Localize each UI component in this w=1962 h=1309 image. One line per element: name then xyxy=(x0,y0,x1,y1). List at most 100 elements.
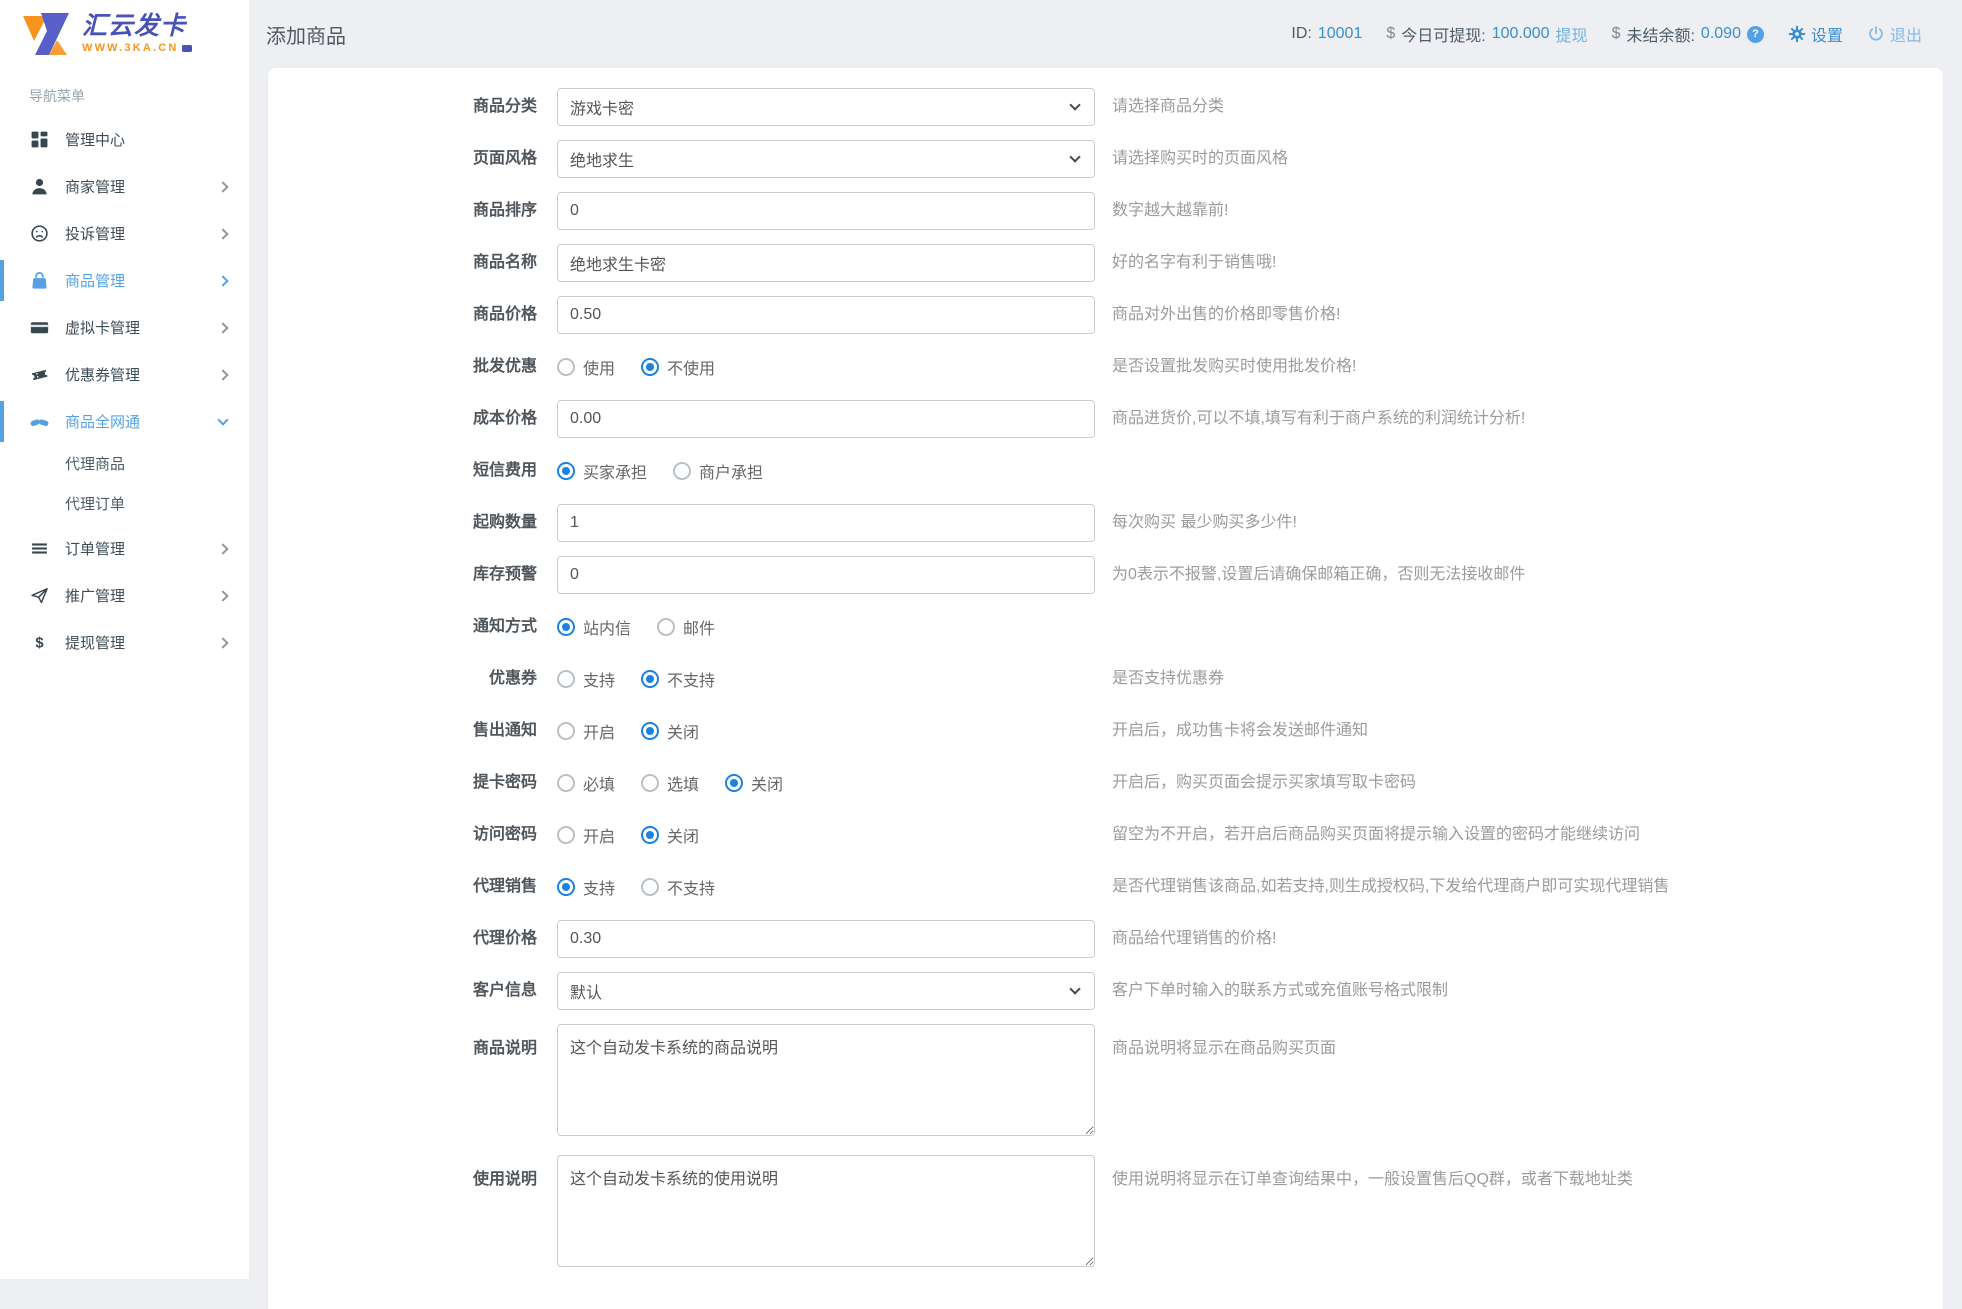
field-hint: 客户下单时输入的联系方式或充值账号格式限制 xyxy=(1112,972,1448,1010)
notify-method-option[interactable]: 站内信 xyxy=(557,615,631,639)
field-hint: 是否设置批发购买时使用批发价格! xyxy=(1112,348,1356,386)
sidebar-item-products[interactable]: 商品管理 xyxy=(0,257,249,304)
access-password-radio-group: 开启 关闭 xyxy=(557,816,1095,854)
radio-button xyxy=(557,826,575,844)
help-badge-icon[interactable]: ? xyxy=(1747,26,1764,43)
form-row-usage-desc: 使用说明使用说明将显示在订单查询结果中，一般设置售后QQ群，或者下载地址类 xyxy=(268,1155,1943,1272)
wholesale-option[interactable]: 使用 xyxy=(557,355,615,379)
radio-label: 开启 xyxy=(583,823,615,847)
coupon-option[interactable]: 支持 xyxy=(557,667,615,691)
sidebar-item-withdrawals[interactable]: $ 提现管理 xyxy=(0,619,249,666)
field-hint: 请选择购买时的页面风格 xyxy=(1112,140,1288,178)
access-password-option[interactable]: 开启 xyxy=(557,823,615,847)
sidebar-item-virtual-cards[interactable]: 虚拟卡管理 xyxy=(0,304,249,351)
sidebar-item-label: 提现管理 xyxy=(65,632,125,653)
card-password-option[interactable]: 必填 xyxy=(557,771,615,795)
product-form: 商品分类游戏卡密请选择商品分类页面风格绝地求生请选择购买时的页面风格商品排序数字… xyxy=(268,88,1943,1272)
field-control xyxy=(557,1024,1095,1141)
dollar-icon: $ xyxy=(1386,25,1395,43)
sidebar-subitem-agent-orders[interactable]: 代理订单 xyxy=(0,485,249,525)
customer-info-select[interactable]: 默认 xyxy=(557,972,1095,1010)
agent-price-input[interactable] xyxy=(557,920,1095,958)
logo-text: 汇云发卡 WWW.3KA.CN xyxy=(82,14,192,54)
agent-sale-option[interactable]: 不支持 xyxy=(641,875,715,899)
sidebar-item-promotion[interactable]: 推广管理 xyxy=(0,572,249,619)
card-password-option[interactable]: 选填 xyxy=(641,771,699,795)
form-row-card-password: 提卡密码必填选填关闭开启后，购买页面会提示买家填写取卡密码 xyxy=(268,764,1943,802)
handshake-icon xyxy=(30,412,49,431)
sidebar-item-dashboard[interactable]: 管理中心 xyxy=(0,116,249,163)
radio-label: 选填 xyxy=(667,771,699,795)
page-style-select[interactable]: 绝地求生 xyxy=(557,140,1095,178)
sort-input[interactable] xyxy=(557,192,1095,230)
card-password-option[interactable]: 关闭 xyxy=(725,771,783,795)
access-password-option[interactable]: 关闭 xyxy=(641,823,699,847)
cost-price-input[interactable] xyxy=(557,400,1095,438)
card-password-radio-group: 必填 选填 关闭 xyxy=(557,764,1095,802)
radio-button xyxy=(673,462,691,480)
field-hint: 开启后，购买页面会提示买家填写取卡密码 xyxy=(1112,764,1416,802)
sidebar-item-product-allnet[interactable]: 商品全网通 xyxy=(0,398,249,445)
field-label: 使用说明 xyxy=(268,1155,537,1272)
category-select[interactable]: 游戏卡密 xyxy=(557,88,1095,126)
stock-alert-input[interactable] xyxy=(557,556,1095,594)
field-control xyxy=(557,504,1095,542)
field-control: 必填 选填 关闭 xyxy=(557,764,1095,802)
dollar-icon: $ xyxy=(30,633,49,652)
radio-label: 商户承担 xyxy=(699,459,763,483)
agent-sale-option[interactable]: 支持 xyxy=(557,875,615,899)
dollar-icon: $ xyxy=(1612,25,1621,43)
merchant-id: ID: 10001 xyxy=(1291,25,1362,43)
wholesale-option[interactable]: 不使用 xyxy=(641,355,715,379)
chevron-down-icon xyxy=(1069,151,1080,162)
form-row-wholesale: 批发优惠使用不使用是否设置批发购买时使用批发价格! xyxy=(268,348,1943,386)
sale-notice-radio-group: 开启 关闭 xyxy=(557,712,1095,750)
chevron-right-icon xyxy=(217,369,228,380)
sale-notice-option[interactable]: 开启 xyxy=(557,719,615,743)
svg-text:$: $ xyxy=(35,635,43,651)
sidebar-item-label: 投诉管理 xyxy=(65,223,125,244)
nav-section-label: 导航菜单 xyxy=(0,68,249,116)
sidebar-item-coupons[interactable]: 优惠券管理 xyxy=(0,351,249,398)
settings-button[interactable]: 设置 xyxy=(1788,22,1843,46)
logout-button[interactable]: 退出 xyxy=(1867,22,1922,46)
radio-label: 支持 xyxy=(583,875,615,899)
sale-notice-option[interactable]: 关闭 xyxy=(641,719,699,743)
radio-button xyxy=(557,358,575,376)
field-hint: 是否支持优惠券 xyxy=(1112,660,1224,698)
sidebar-item-orders[interactable]: 订单管理 xyxy=(0,525,249,572)
field-hint: 商品给代理销售的价格! xyxy=(1112,920,1276,958)
field-control: 开启 关闭 xyxy=(557,816,1095,854)
price-input[interactable] xyxy=(557,296,1095,334)
radio-label: 关闭 xyxy=(667,719,699,743)
sidebar-item-label: 优惠券管理 xyxy=(65,364,140,385)
sidebar-item-complaints[interactable]: 投诉管理 xyxy=(0,210,249,257)
name-input[interactable] xyxy=(557,244,1095,282)
field-label: 售出通知 xyxy=(268,712,537,750)
radio-label: 不支持 xyxy=(667,667,715,691)
logo[interactable]: 汇云发卡 WWW.3KA.CN xyxy=(0,0,249,68)
withdraw-link[interactable]: 提现 xyxy=(1556,22,1588,46)
selected-value: 游戏卡密 xyxy=(570,95,634,119)
form-row-notify-method: 通知方式站内信邮件 xyxy=(268,608,1943,646)
field-label: 起购数量 xyxy=(268,504,537,542)
product-desc-textarea[interactable] xyxy=(557,1024,1095,1136)
coupon-option[interactable]: 不支持 xyxy=(641,667,715,691)
chevron-right-icon xyxy=(217,543,228,554)
sidebar-subitem-agent-products[interactable]: 代理商品 xyxy=(0,445,249,485)
usage-desc-textarea[interactable] xyxy=(557,1155,1095,1267)
sms-fee-option[interactable]: 买家承担 xyxy=(557,459,647,483)
chevron-down-icon xyxy=(1069,99,1080,110)
form-row-access-password: 访问密码开启关闭留空为不开启，若开启后商品购买页面将提示输入设置的密码才能继续访… xyxy=(268,816,1943,854)
sidebar-item-merchants[interactable]: 商家管理 xyxy=(0,163,249,210)
field-control: 支持 不支持 xyxy=(557,868,1095,906)
form-row-agent-price: 代理价格商品给代理销售的价格! xyxy=(268,920,1943,958)
sms-fee-option[interactable]: 商户承担 xyxy=(673,459,763,483)
radio-label: 邮件 xyxy=(683,615,715,639)
sidebar-item-label: 推广管理 xyxy=(65,585,125,606)
min-qty-input[interactable] xyxy=(557,504,1095,542)
sidebar-item-label: 管理中心 xyxy=(65,129,125,150)
chevron-down-icon xyxy=(217,414,228,425)
notify-method-option[interactable]: 邮件 xyxy=(657,615,715,639)
gear-icon xyxy=(1788,25,1806,43)
